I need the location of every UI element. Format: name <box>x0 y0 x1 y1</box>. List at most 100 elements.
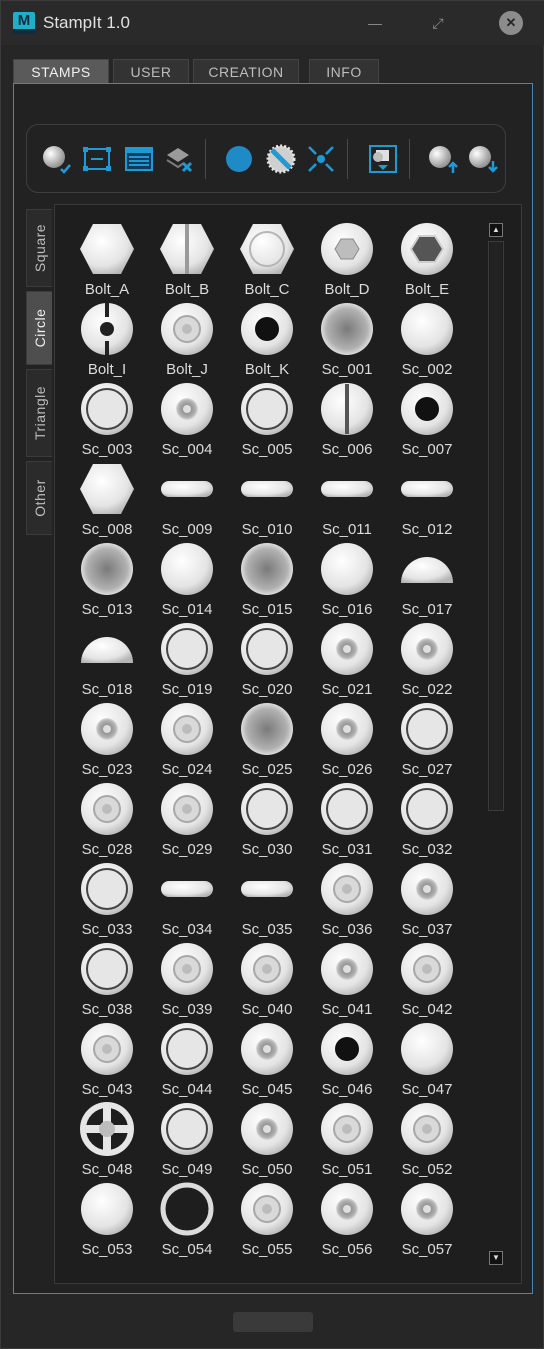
stamp-tile[interactable]: Sc_043 <box>67 1021 147 1101</box>
stamp-tile[interactable]: Sc_029 <box>147 781 227 861</box>
scroll-up-button[interactable]: ▲ <box>489 223 503 237</box>
stamp-tile[interactable]: Bolt_E <box>387 221 467 301</box>
stamp-tile[interactable]: Sc_039 <box>147 941 227 1021</box>
stamp-tile[interactable]: Sc_027 <box>387 701 467 781</box>
tab-user[interactable]: USER <box>113 59 189 83</box>
stamp-tile[interactable]: Sc_008 <box>67 461 147 541</box>
stamp-tile[interactable]: Bolt_D <box>307 221 387 301</box>
stamp-tile[interactable]: Sc_047 <box>387 1021 467 1101</box>
stamp-tile[interactable]: Sc_034 <box>147 861 227 941</box>
stamp-tile[interactable]: Sc_031 <box>307 781 387 861</box>
maximize-button[interactable]: ⤢ <box>426 11 450 35</box>
tab-info[interactable]: INFO <box>309 59 379 83</box>
stamp-tile[interactable]: Sc_048 <box>67 1101 147 1181</box>
stamp-label: Bolt_E <box>404 281 450 298</box>
layer-delete-icon[interactable] <box>163 143 195 175</box>
stamp-tile[interactable]: Bolt_B <box>147 221 227 301</box>
stamp-tile[interactable]: Sc_045 <box>227 1021 307 1101</box>
stamp-tile[interactable]: Sc_014 <box>147 541 227 621</box>
tab-stamps[interactable]: STAMPS <box>13 59 109 83</box>
stamp-tile[interactable]: Sc_006 <box>307 381 387 461</box>
stamp-thumbnail <box>401 383 453 435</box>
stamp-tile[interactable]: Sc_011 <box>307 461 387 541</box>
stamp-tile[interactable]: Sc_036 <box>307 861 387 941</box>
sphere-down-icon[interactable] <box>467 143 499 175</box>
stamp-tile[interactable]: Bolt_J <box>147 301 227 381</box>
scrollbar-thumb[interactable] <box>490 242 502 810</box>
stamp-tile[interactable]: Sc_002 <box>387 301 467 381</box>
stamp-tile[interactable]: Sc_033 <box>67 861 147 941</box>
stamp-tile[interactable]: Sc_037 <box>387 861 467 941</box>
stamp-tile[interactable]: Sc_022 <box>387 621 467 701</box>
stamp-thumbnail <box>241 943 293 995</box>
stamp-tile[interactable]: Sc_025 <box>227 701 307 781</box>
stamp-tile[interactable]: Sc_038 <box>67 941 147 1021</box>
stamp-tile[interactable]: Sc_051 <box>307 1101 387 1181</box>
stamp-tile[interactable]: Bolt_I <box>67 301 147 381</box>
stamp-thumbnail <box>321 481 373 497</box>
stamp-tile[interactable]: Sc_013 <box>67 541 147 621</box>
stamp-tile[interactable]: Bolt_C <box>227 221 307 301</box>
stamp-tile[interactable]: Sc_004 <box>147 381 227 461</box>
stamp-tile[interactable]: Sc_010 <box>227 461 307 541</box>
stamp-thumbnail <box>401 1183 453 1235</box>
stamp-tile[interactable]: Sc_035 <box>227 861 307 941</box>
stamp-tile[interactable]: Sc_018 <box>67 621 147 701</box>
stamp-tile[interactable]: Sc_019 <box>147 621 227 701</box>
stamp-tile[interactable]: Sc_053 <box>67 1181 147 1261</box>
minimize-button[interactable]: — <box>363 11 387 35</box>
stamp-thumbnail <box>161 481 213 497</box>
stamp-tile[interactable]: Sc_042 <box>387 941 467 1021</box>
stamp-dropdown-icon[interactable] <box>367 143 399 175</box>
category-tab-circle[interactable]: Circle <box>26 291 52 365</box>
stamp-tile[interactable]: Sc_044 <box>147 1021 227 1101</box>
cross-arrows-icon[interactable] <box>305 143 337 175</box>
stamp-tile[interactable]: Sc_049 <box>147 1101 227 1181</box>
stamp-tile[interactable]: Sc_015 <box>227 541 307 621</box>
stamp-tile[interactable]: Sc_012 <box>387 461 467 541</box>
bounding-box-icon[interactable] <box>81 143 113 175</box>
sphere-up-icon[interactable] <box>427 143 459 175</box>
stamp-tile[interactable]: Sc_046 <box>307 1021 387 1101</box>
stamp-label: Sc_046 <box>321 1081 373 1098</box>
stamp-tile[interactable]: Sc_052 <box>387 1101 467 1181</box>
stamp-thumbnail <box>401 623 453 675</box>
stamp-tile[interactable]: Sc_021 <box>307 621 387 701</box>
stamp-tile[interactable]: Sc_050 <box>227 1101 307 1181</box>
category-tab-other[interactable]: Other <box>26 461 52 535</box>
stamp-tile[interactable]: Bolt_K <box>227 301 307 381</box>
stamp-tile[interactable]: Sc_024 <box>147 701 227 781</box>
scroll-down-button[interactable]: ▼ <box>489 1251 503 1265</box>
stamp-tile[interactable]: Sc_023 <box>67 701 147 781</box>
stamp-tile[interactable]: Sc_040 <box>227 941 307 1021</box>
stamp-tile[interactable]: Sc_016 <box>307 541 387 621</box>
stamp-tile[interactable]: Sc_003 <box>67 381 147 461</box>
circle-saw-icon[interactable] <box>265 143 297 175</box>
category-tab-triangle[interactable]: Triangle <box>26 369 52 457</box>
browser-window-icon[interactable] <box>123 143 155 175</box>
stamp-tile[interactable]: Sc_007 <box>387 381 467 461</box>
circle-fill-icon[interactable] <box>223 143 255 175</box>
stamp-tile[interactable]: Sc_030 <box>227 781 307 861</box>
stamp-tile[interactable]: Sc_032 <box>387 781 467 861</box>
stamp-tile[interactable]: Sc_057 <box>387 1181 467 1261</box>
scrollbar-track[interactable] <box>488 241 504 811</box>
stamp-tile[interactable]: Sc_041 <box>307 941 387 1021</box>
stamp-thumbnail <box>321 863 373 915</box>
stamp-tile[interactable]: Sc_005 <box>227 381 307 461</box>
stamp-tile[interactable]: Sc_056 <box>307 1181 387 1261</box>
stamp-tile[interactable]: Sc_001 <box>307 301 387 381</box>
stamp-tile[interactable]: Sc_026 <box>307 701 387 781</box>
category-tab-square[interactable]: Square <box>26 209 52 287</box>
tab-creation[interactable]: CREATION <box>193 59 299 83</box>
stamp-tile[interactable]: Sc_028 <box>67 781 147 861</box>
stamp-tile[interactable]: Bolt_A <box>67 221 147 301</box>
stamp-tile[interactable]: Sc_055 <box>227 1181 307 1261</box>
stamp-tile[interactable]: Sc_020 <box>227 621 307 701</box>
stamp-tile[interactable]: Sc_009 <box>147 461 227 541</box>
stamp-tile[interactable]: Sc_017 <box>387 541 467 621</box>
bottom-action-button[interactable] <box>233 1312 313 1332</box>
sphere-check-icon[interactable] <box>41 143 73 175</box>
stamp-tile[interactable]: Sc_054 <box>147 1181 227 1261</box>
close-button[interactable]: ✕ <box>499 11 523 35</box>
